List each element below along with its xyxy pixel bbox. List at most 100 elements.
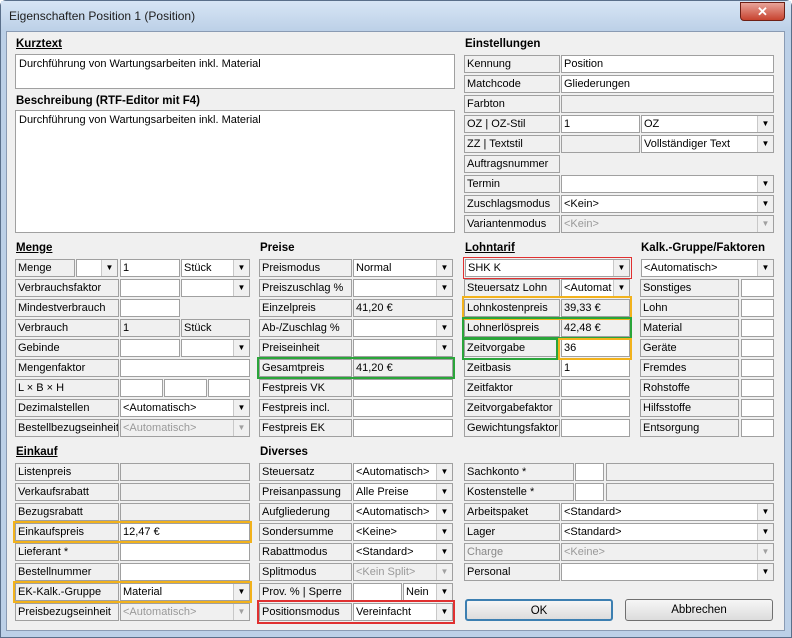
preisanpassung-label: Preisanpassung — [259, 483, 352, 501]
ekkalk-select[interactable]: Material ▼ — [120, 583, 250, 601]
festpreisincl-field[interactable] — [353, 399, 453, 417]
menge-operator-select[interactable]: ▼ — [76, 259, 118, 277]
variantenmodus-value: <Kein> — [564, 218, 599, 230]
kalk-row-label: Fremdes — [640, 359, 739, 377]
verbrauchsfaktor-select[interactable]: ▼ — [181, 279, 250, 297]
menge-unit-select[interactable]: Stück ▼ — [181, 259, 250, 277]
beschreibung-heading: Beschreibung (RTF-Editor mit F4) — [16, 95, 200, 107]
kalk-row-field[interactable] — [741, 359, 774, 377]
kalk-gruppe-select[interactable]: <Automatisch> ▼ — [641, 259, 774, 277]
oz-field[interactable]: 1 — [561, 115, 640, 133]
sachkonto-field[interactable] — [575, 463, 604, 481]
beschreibung-field[interactable]: Durchführung von Wartungsarbeiten inkl. … — [15, 110, 455, 233]
festpreisvk-field[interactable] — [353, 379, 453, 397]
chevron-down-icon: ▼ — [233, 420, 249, 436]
chevron-down-icon: ▼ — [757, 176, 773, 192]
kalk-row-field[interactable] — [741, 319, 774, 337]
prov-field[interactable] — [353, 583, 402, 601]
splitmodus-label: Splitmodus — [259, 563, 352, 581]
kalk-row-label: Material — [640, 319, 739, 337]
kalk-row-label: Geräte — [640, 339, 739, 357]
ekkalk-value: Material — [123, 586, 163, 598]
zeitvorgabe-label: Zeitvorgabe — [464, 339, 560, 357]
kennung-field[interactable]: Position — [561, 55, 774, 73]
splitmodus-select: <Kein Split> ▼ — [353, 563, 453, 581]
festpreisek-field[interactable] — [353, 419, 453, 437]
personal-select[interactable]: ▼ — [561, 563, 774, 581]
chevron-down-icon: ▼ — [436, 504, 452, 520]
chevron-down-icon: ▼ — [613, 280, 629, 296]
chevron-down-icon: ▼ — [757, 524, 773, 540]
zeitfaktor-field[interactable] — [561, 379, 630, 397]
textstil-select[interactable]: Vollständiger Text ▼ — [641, 135, 774, 153]
preiseinheit-select[interactable]: ▼ — [353, 339, 453, 357]
positionsmodus-select[interactable]: Vereinfacht ▼ — [353, 603, 453, 621]
close-icon[interactable]: ✕ — [740, 2, 785, 21]
menge-heading: Menge — [16, 242, 53, 254]
zeitvorgabefaktor-field[interactable] — [561, 399, 630, 417]
einstellungen-heading: Einstellungen — [465, 38, 541, 50]
zeitbasis-field[interactable]: 1 — [561, 359, 630, 377]
variantenmodus-select: <Kein> ▼ — [561, 215, 774, 233]
steuersatzlohn-select[interactable]: <Automat ▼ — [561, 279, 630, 297]
lohntarif-select[interactable]: SHK K ▼ — [465, 259, 630, 277]
listenpreis-field — [120, 463, 250, 481]
verbrauchsfaktor-field[interactable] — [120, 279, 180, 297]
kalk-row-field[interactable] — [741, 279, 774, 297]
preisanpassung-select[interactable]: Alle Preise ▼ — [353, 483, 453, 501]
laenge-field[interactable] — [120, 379, 163, 397]
matchcode-field[interactable]: Gliederungen — [561, 75, 774, 93]
aufgliederung-select[interactable]: <Automatisch> ▼ — [353, 503, 453, 521]
preisbezugseinheit-value: <Automatisch> — [123, 606, 197, 618]
einzelpreis-label: Einzelpreis — [259, 299, 352, 317]
farbton-field[interactable] — [561, 95, 774, 113]
gebinde-field[interactable] — [120, 339, 180, 357]
arbeitspaket-select[interactable]: <Standard> ▼ — [561, 503, 774, 521]
dezimalstellen-select[interactable]: <Automatisch> ▼ — [120, 399, 250, 417]
breite-field[interactable] — [164, 379, 207, 397]
bestellnummer-field[interactable] — [120, 563, 250, 581]
ok-button[interactable]: OK — [465, 599, 613, 621]
abzuschlag-select[interactable]: ▼ — [353, 319, 453, 337]
preiszuschlag-select[interactable]: ▼ — [353, 279, 453, 297]
kalk-row-label: Hilfsstoffe — [640, 399, 739, 417]
lbh-label: L × B × H — [15, 379, 119, 397]
oz-stil-select[interactable]: OZ ▼ — [641, 115, 774, 133]
steuersatz-select[interactable]: <Automatisch> ▼ — [353, 463, 453, 481]
kalk-row-field[interactable] — [741, 339, 774, 357]
sondersumme-select[interactable]: <Keine> ▼ — [353, 523, 453, 541]
rabattmodus-select[interactable]: <Standard> ▼ — [353, 543, 453, 561]
kostenstelle-field[interactable] — [575, 483, 604, 501]
chevron-down-icon: ▼ — [757, 564, 773, 580]
chevron-down-icon: ▼ — [757, 260, 773, 276]
kalk-heading: Kalk.-Gruppe/Faktoren — [641, 242, 765, 254]
zz-field[interactable] — [561, 135, 640, 153]
lieferant-field[interactable] — [120, 543, 250, 561]
kalk-row-field[interactable] — [741, 419, 774, 437]
preisbezugseinheit-select: <Automatisch> ▼ — [120, 603, 250, 621]
kurztext-field[interactable]: Durchführung von Wartungsarbeiten inkl. … — [15, 54, 455, 89]
gewichtungsfaktor-field[interactable] — [561, 419, 630, 437]
chevron-down-icon: ▼ — [757, 216, 773, 232]
title-bar[interactable]: Eigenschaften Position 1 (Position) ✕ — [1, 1, 791, 31]
zuschlagsmodus-select[interactable]: <Kein> ▼ — [561, 195, 774, 213]
gebinde-select[interactable]: ▼ — [181, 339, 250, 357]
mindestverbrauch-label: Mindestverbrauch — [15, 299, 119, 317]
cancel-button[interactable]: Abbrechen — [625, 599, 773, 621]
menge-field[interactable]: 1 — [120, 259, 180, 277]
mengenfaktor-field[interactable] — [120, 359, 250, 377]
kalk-row-field[interactable] — [741, 399, 774, 417]
chevron-down-icon: ▼ — [233, 604, 249, 620]
mindestverbrauch-field[interactable] — [120, 299, 180, 317]
aufgliederung-label: Aufgliederung — [259, 503, 352, 521]
termin-select[interactable]: ▼ — [561, 175, 774, 193]
kalk-row-field[interactable] — [741, 379, 774, 397]
lager-select[interactable]: <Standard> ▼ — [561, 523, 774, 541]
preismodus-select[interactable]: Normal ▼ — [353, 259, 453, 277]
sperre-select[interactable]: Nein ▼ — [403, 583, 453, 601]
kostenstelle-name — [606, 483, 774, 501]
zeitvorgabe-field[interactable]: 36 — [561, 339, 630, 357]
hoehe-field[interactable] — [208, 379, 250, 397]
einkaufspreis-field[interactable]: 12,47 € — [120, 523, 250, 541]
kalk-row-field[interactable] — [741, 299, 774, 317]
